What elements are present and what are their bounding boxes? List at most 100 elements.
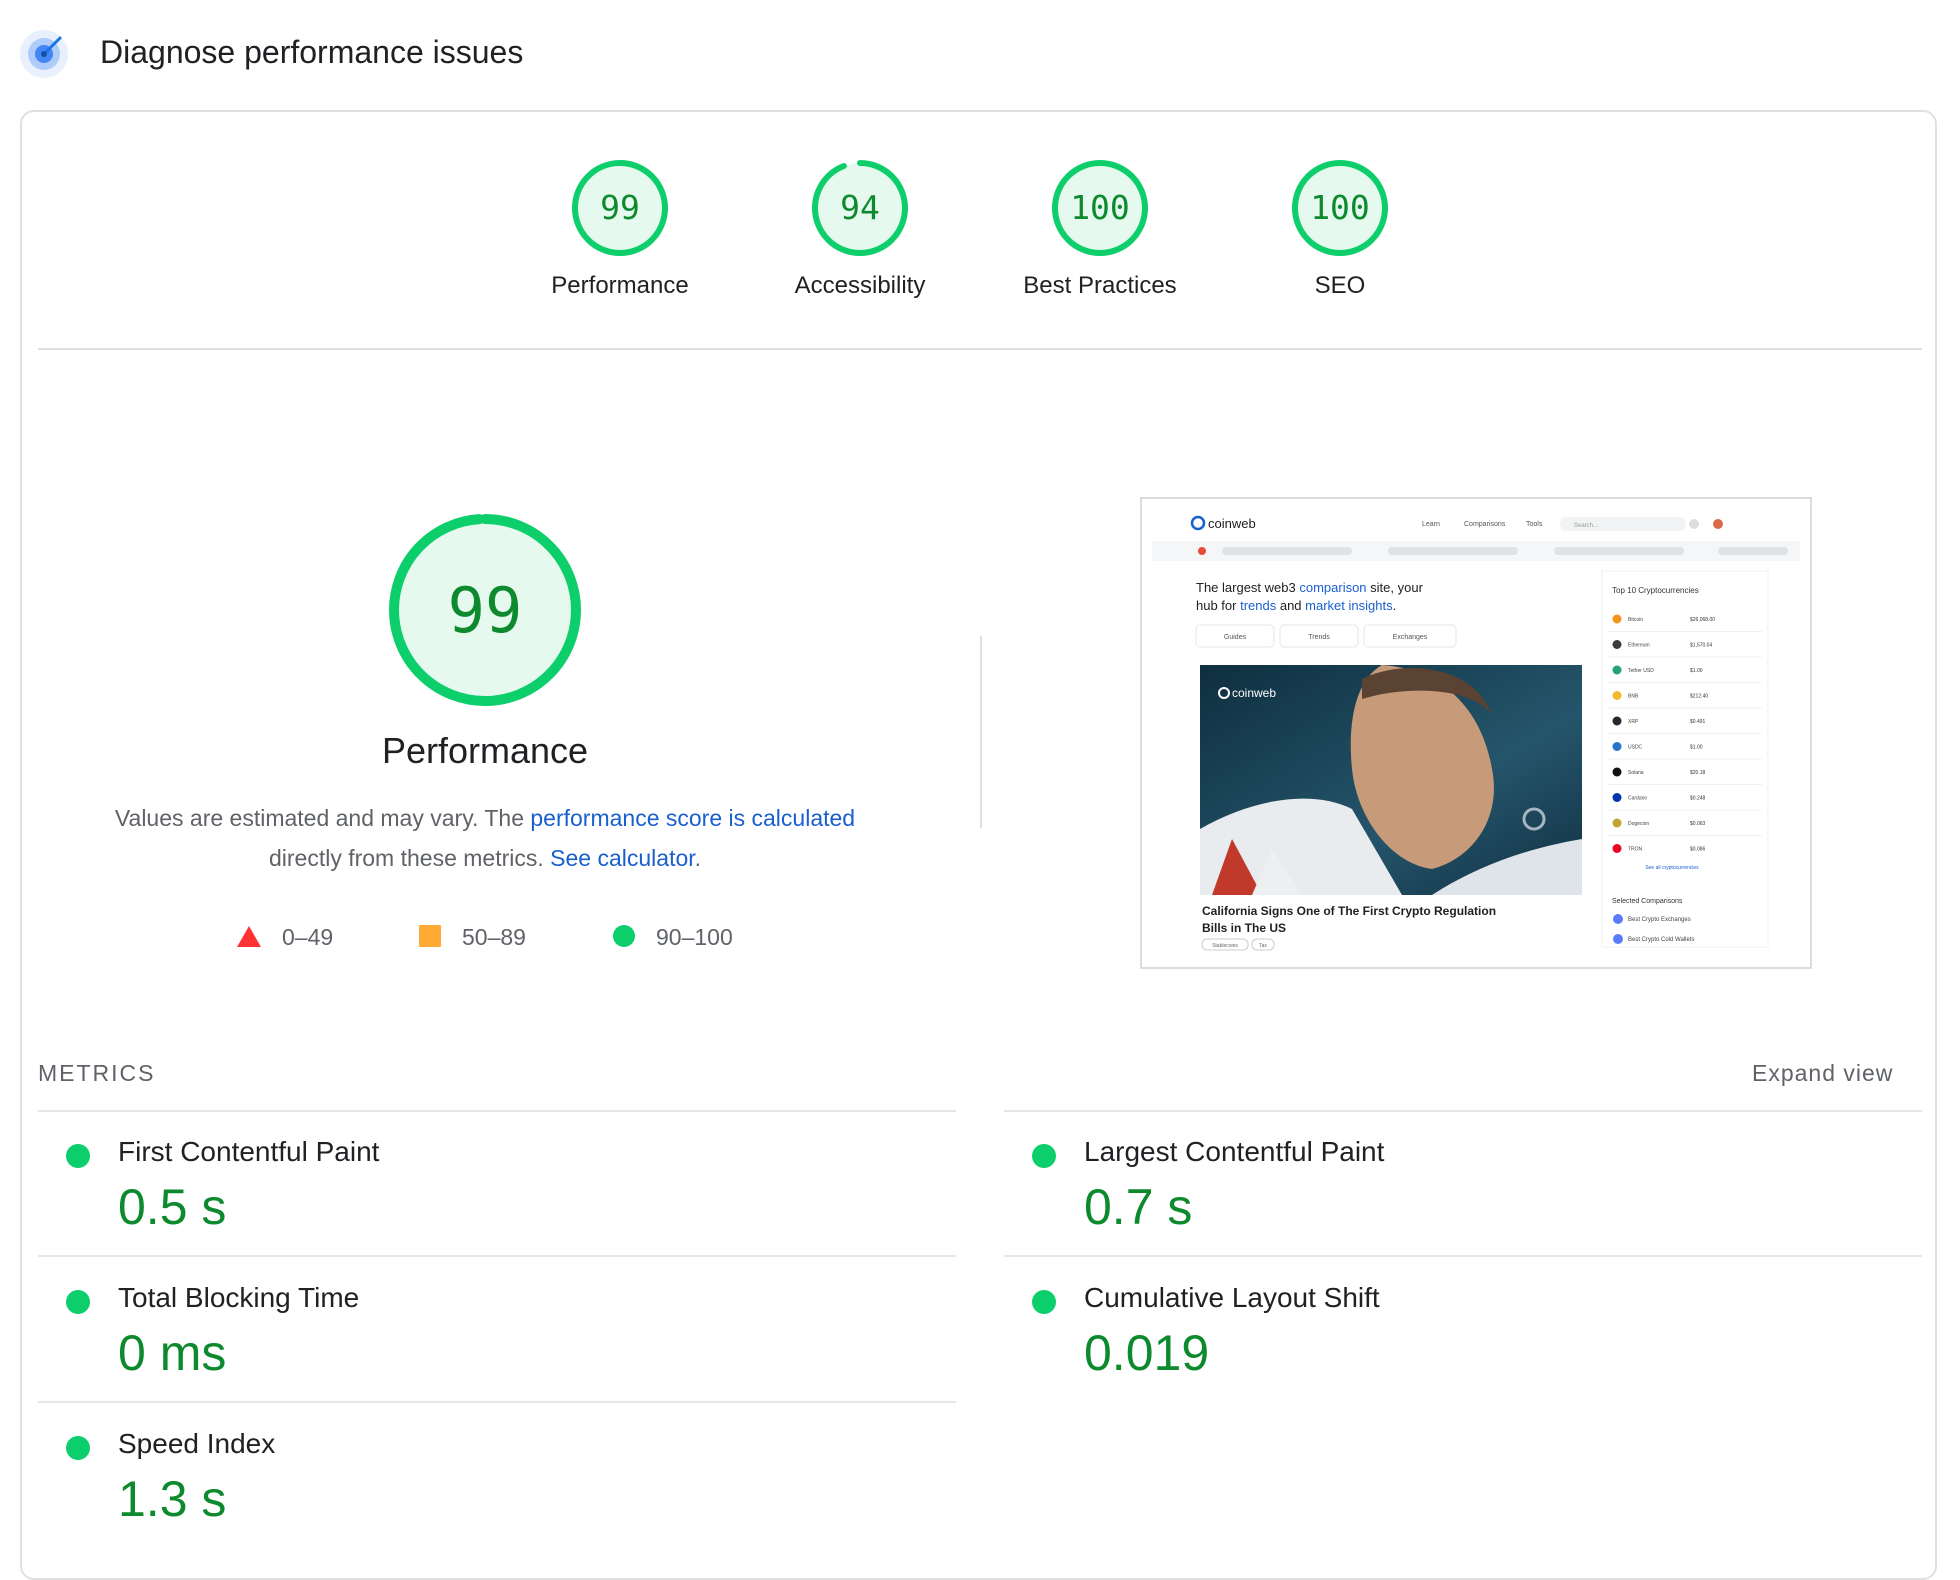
gauge-ring: 100 <box>1052 160 1148 256</box>
coin-price: $212.40 <box>1690 694 1708 700</box>
metric-value: 0.019 <box>1084 1325 1210 1381</box>
metric-label: Largest Contentful Paint <box>1084 1136 1385 1167</box>
legend-average: 50–89 <box>418 924 526 951</box>
metric-label: First Contentful Paint <box>118 1136 380 1167</box>
settings-icon <box>1689 519 1699 529</box>
tag: Tax <box>1259 943 1267 949</box>
coin-icon <box>1612 767 1622 777</box>
coin-name: Ethereum <box>1628 643 1650 649</box>
coin-name: Cardano <box>1628 796 1647 802</box>
coin-price: $0.248 <box>1690 796 1706 802</box>
gauge-ring: 100 <box>1292 160 1388 256</box>
gauge-ring: 94 <box>812 160 908 256</box>
gauge-label: Best Practices <box>1023 272 1177 299</box>
performance-description: Values are estimated and may vary. The p… <box>90 798 880 878</box>
lighthouse-report: Diagnose performance issues 99 Performan… <box>0 0 1960 1580</box>
article-title: California Signs One of The First Crypto… <box>1202 904 1496 918</box>
legend-range: 0–49 <box>282 924 334 950</box>
metric-divider <box>1004 1255 1922 1257</box>
hero-link: market insights <box>1305 598 1393 613</box>
coin-name: Solana <box>1628 770 1644 776</box>
coin-price: $20.18 <box>1690 770 1706 776</box>
live-dot-icon <box>1198 547 1206 555</box>
gauge-seo[interactable]: 100 SEO <box>1220 158 1460 300</box>
legend-fail: 0–49 <box>236 924 333 951</box>
expand-view-button[interactable]: Expand view <box>1752 1060 1893 1087</box>
coin-price: $1,570.04 <box>1690 643 1712 649</box>
article-title: Bills in The US <box>1202 921 1286 935</box>
gauge-score: 94 <box>840 188 880 227</box>
coin-icon <box>1612 742 1622 751</box>
comparison-item: Best Crypto Exchanges <box>1628 917 1691 923</box>
nav-item: Learn <box>1422 521 1440 528</box>
divider <box>38 348 1922 350</box>
metric-divider <box>38 1401 956 1403</box>
screenshot-render: coinweb Learn Comparisons Tools Search..… <box>1142 499 1810 967</box>
article-brand: coinweb <box>1232 686 1276 700</box>
gauge-performance[interactable]: 99 Performance <box>500 158 740 300</box>
coin-name: Tether USD <box>1628 668 1654 674</box>
coin-icon <box>1612 665 1622 675</box>
metric-label: Speed Index <box>118 1428 276 1459</box>
metric-divider <box>38 1255 956 1257</box>
gauge-accessibility[interactable]: 94 Accessibility <box>740 158 980 300</box>
coin-name: Dogecoin <box>1628 821 1649 827</box>
metric-value: 0.5 s <box>118 1179 227 1235</box>
triangle-icon <box>237 926 261 947</box>
svg-text:hub for trends and market insi: hub for trends and market insights. <box>1196 598 1396 613</box>
page-screenshot[interactable]: coinweb Learn Comparisons Tools Search..… <box>1140 497 1812 969</box>
big-gauge-score: 99 <box>448 574 523 647</box>
page-title: Diagnose performance issues <box>100 34 524 70</box>
comparison-item: Best Crypto Cold Wallets <box>1628 937 1694 943</box>
score-calculated-link[interactable]: performance score is calculated <box>530 805 855 831</box>
lighthouse-icon <box>20 30 68 78</box>
coin-icon <box>1612 614 1622 624</box>
coin-icon <box>1612 844 1622 853</box>
gauge-score: 99 <box>600 188 640 227</box>
big-gauge-ring: 99 <box>389 514 581 706</box>
pass-dot-icon <box>66 1290 90 1314</box>
hero-button: Trends <box>1308 634 1330 641</box>
nav-item: Comparisons <box>1464 521 1506 528</box>
metric-label: Total Blocking Time <box>118 1282 360 1313</box>
pass-dot-icon <box>1032 1144 1056 1168</box>
hero-text: The largest web3 <box>1196 580 1299 595</box>
coin-icon <box>1612 793 1622 802</box>
svg-text:The largest web3 comparison si: The largest web3 comparison site, your <box>1196 580 1424 595</box>
nav-item: Tools <box>1526 521 1543 528</box>
hero-text: and <box>1276 598 1305 613</box>
see-calculator-link[interactable]: See calculator <box>550 845 694 871</box>
hero-text: hub for <box>1196 598 1240 613</box>
metric-divider <box>38 1110 956 1112</box>
comparisons-title: Selected Comparisons <box>1612 898 1683 905</box>
desc-text: Values are estimated and may vary. The <box>114 805 531 831</box>
coin-icon <box>1612 640 1622 649</box>
coin-name: USDC <box>1628 745 1643 751</box>
metric-value: 0 ms <box>118 1325 227 1381</box>
coin-name: Bitcoin <box>1628 617 1643 623</box>
vertical-divider <box>980 636 982 828</box>
metric-label: Cumulative Layout Shift <box>1084 1282 1380 1313</box>
pass-dot-icon <box>1032 1290 1056 1314</box>
hero-link: comparison <box>1299 580 1366 595</box>
top-crypto-title: Top 10 Cryptocurrencies <box>1612 586 1699 595</box>
legend-pass: 90–100 <box>612 924 733 951</box>
coin-price: $1.00 <box>1690 668 1703 674</box>
search-placeholder: Search... <box>1574 523 1598 529</box>
gauge-best-practices[interactable]: 100 Best Practices <box>980 158 1220 300</box>
gauge-label: Accessibility <box>794 272 926 299</box>
metrics-heading: METRICS <box>38 1060 156 1086</box>
metric-value: 1.3 s <box>118 1471 227 1527</box>
coin-icon <box>1612 691 1622 700</box>
metric-value: 0.7 s <box>1084 1179 1193 1235</box>
hero-text: . <box>1393 598 1397 613</box>
gauge-score: 100 <box>1070 188 1130 227</box>
desc-text: directly from these metrics. <box>268 845 551 871</box>
gauge-label: SEO <box>1314 272 1366 299</box>
gauge-score: 100 <box>1310 188 1370 227</box>
coin-price: $26,068.00 <box>1690 617 1715 623</box>
coin-name: BNB <box>1628 694 1639 700</box>
pass-dot-icon <box>66 1436 90 1460</box>
coin-price: $0.086 <box>1690 847 1706 853</box>
coin-price: $1.00 <box>1690 745 1703 751</box>
